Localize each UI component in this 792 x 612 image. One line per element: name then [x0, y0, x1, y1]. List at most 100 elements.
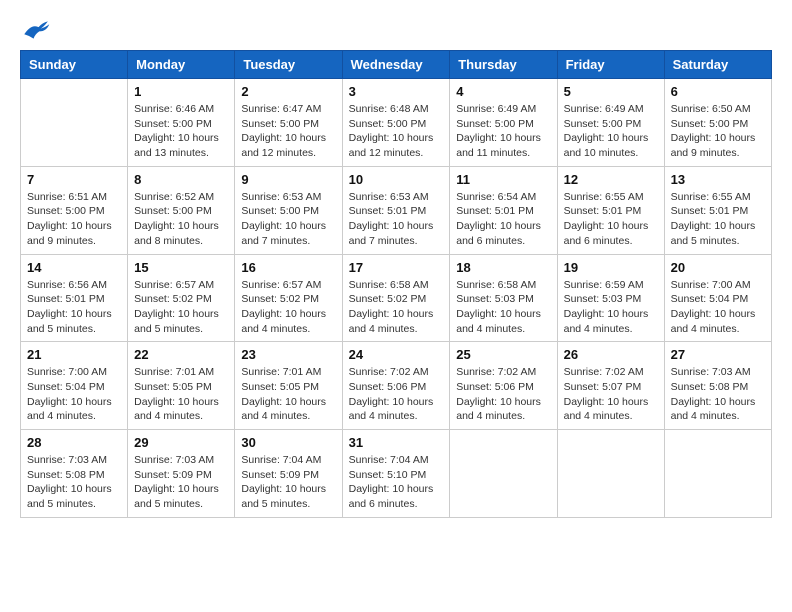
day-info: Sunrise: 7:02 AM Sunset: 5:06 PM Dayligh… [349, 365, 444, 424]
logo [20, 20, 54, 40]
calendar-cell: 20 Sunrise: 7:00 AM Sunset: 5:04 PM Dayli… [664, 254, 771, 342]
day-number: 1 [134, 84, 228, 99]
calendar-cell: 31 Sunrise: 7:04 AM Sunset: 5:10 PM Dayli… [342, 430, 450, 518]
calendar-cell: 21 Sunrise: 7:00 AM Sunset: 5:04 PM Dayli… [21, 342, 128, 430]
day-number: 11 [456, 172, 550, 187]
day-info: Sunrise: 6:54 AM Sunset: 5:01 PM Dayligh… [456, 190, 550, 249]
day-number: 23 [241, 347, 335, 362]
day-number: 25 [456, 347, 550, 362]
day-number: 22 [134, 347, 228, 362]
calendar-header-row: SundayMondayTuesdayWednesdayThursdayFrid… [21, 51, 772, 79]
day-number: 8 [134, 172, 228, 187]
day-info: Sunrise: 6:59 AM Sunset: 5:03 PM Dayligh… [564, 278, 658, 337]
day-info: Sunrise: 6:55 AM Sunset: 5:01 PM Dayligh… [671, 190, 765, 249]
calendar-cell: 12Sunrise: 6:55 AM Sunset: 5:01 PM Dayli… [557, 166, 664, 254]
day-info: Sunrise: 6:52 AM Sunset: 5:00 PM Dayligh… [134, 190, 228, 249]
column-header-wednesday: Wednesday [342, 51, 450, 79]
calendar-cell: 6 Sunrise: 6:50 AM Sunset: 5:00 PM Daylig… [664, 79, 771, 167]
day-number: 12 [564, 172, 658, 187]
day-info: Sunrise: 7:04 AM Sunset: 5:10 PM Dayligh… [349, 453, 444, 512]
day-info: Sunrise: 6:46 AM Sunset: 5:00 PM Dayligh… [134, 102, 228, 161]
day-number: 20 [671, 260, 765, 275]
day-number: 5 [564, 84, 658, 99]
day-number: 6 [671, 84, 765, 99]
day-number: 9 [241, 172, 335, 187]
day-info: Sunrise: 7:03 AM Sunset: 5:08 PM Dayligh… [671, 365, 765, 424]
day-number: 4 [456, 84, 550, 99]
day-info: Sunrise: 7:00 AM Sunset: 5:04 PM Dayligh… [671, 278, 765, 337]
calendar-week-row: 28 Sunrise: 7:03 AM Sunset: 5:08 PM Dayli… [21, 430, 772, 518]
day-number: 3 [349, 84, 444, 99]
day-info: Sunrise: 6:58 AM Sunset: 5:02 PM Dayligh… [349, 278, 444, 337]
day-number: 15 [134, 260, 228, 275]
calendar-cell: 14Sunrise: 6:56 AM Sunset: 5:01 PM Dayli… [21, 254, 128, 342]
day-number: 24 [349, 347, 444, 362]
calendar-cell: 1 Sunrise: 6:46 AM Sunset: 5:00 PM Daylig… [128, 79, 235, 167]
calendar-cell [664, 430, 771, 518]
column-header-saturday: Saturday [664, 51, 771, 79]
calendar-cell: 26 Sunrise: 7:02 AM Sunset: 5:07 PM Dayli… [557, 342, 664, 430]
calendar-cell: 7 Sunrise: 6:51 AM Sunset: 5:00 PM Daylig… [21, 166, 128, 254]
calendar-cell: 13 Sunrise: 6:55 AM Sunset: 5:01 PM Dayli… [664, 166, 771, 254]
day-number: 17 [349, 260, 444, 275]
day-number: 2 [241, 84, 335, 99]
calendar-cell: 25 Sunrise: 7:02 AM Sunset: 5:06 PM Dayli… [450, 342, 557, 430]
day-info: Sunrise: 7:03 AM Sunset: 5:08 PM Dayligh… [27, 453, 121, 512]
day-info: Sunrise: 6:51 AM Sunset: 5:00 PM Dayligh… [27, 190, 121, 249]
day-info: Sunrise: 7:02 AM Sunset: 5:06 PM Dayligh… [456, 365, 550, 424]
day-number: 13 [671, 172, 765, 187]
column-header-thursday: Thursday [450, 51, 557, 79]
calendar-cell: 8 Sunrise: 6:52 AM Sunset: 5:00 PM Daylig… [128, 166, 235, 254]
calendar-cell: 28 Sunrise: 7:03 AM Sunset: 5:08 PM Dayli… [21, 430, 128, 518]
calendar-cell: 19 Sunrise: 6:59 AM Sunset: 5:03 PM Dayli… [557, 254, 664, 342]
column-header-tuesday: Tuesday [235, 51, 342, 79]
calendar-cell: 15 Sunrise: 6:57 AM Sunset: 5:02 PM Dayli… [128, 254, 235, 342]
calendar-cell: 11 Sunrise: 6:54 AM Sunset: 5:01 PM Dayli… [450, 166, 557, 254]
calendar-cell: 24 Sunrise: 7:02 AM Sunset: 5:06 PM Dayli… [342, 342, 450, 430]
day-number: 28 [27, 435, 121, 450]
calendar-cell: 22 Sunrise: 7:01 AM Sunset: 5:05 PM Dayli… [128, 342, 235, 430]
bird-icon [20, 20, 50, 40]
day-info: Sunrise: 7:01 AM Sunset: 5:05 PM Dayligh… [134, 365, 228, 424]
day-info: Sunrise: 6:57 AM Sunset: 5:02 PM Dayligh… [134, 278, 228, 337]
day-info: Sunrise: 6:57 AM Sunset: 5:02 PM Dayligh… [241, 278, 335, 337]
column-header-friday: Friday [557, 51, 664, 79]
day-info: Sunrise: 7:01 AM Sunset: 5:05 PM Dayligh… [241, 365, 335, 424]
day-number: 7 [27, 172, 121, 187]
day-info: Sunrise: 6:58 AM Sunset: 5:03 PM Dayligh… [456, 278, 550, 337]
column-header-sunday: Sunday [21, 51, 128, 79]
day-number: 16 [241, 260, 335, 275]
day-number: 10 [349, 172, 444, 187]
calendar-cell: 9 Sunrise: 6:53 AM Sunset: 5:00 PM Daylig… [235, 166, 342, 254]
day-info: Sunrise: 6:53 AM Sunset: 5:01 PM Dayligh… [349, 190, 444, 249]
day-number: 31 [349, 435, 444, 450]
calendar-cell: 4Sunrise: 6:49 AM Sunset: 5:00 PM Daylig… [450, 79, 557, 167]
calendar-week-row: 1 Sunrise: 6:46 AM Sunset: 5:00 PM Daylig… [21, 79, 772, 167]
day-number: 30 [241, 435, 335, 450]
page-header [20, 20, 772, 40]
calendar-cell: 17 Sunrise: 6:58 AM Sunset: 5:02 PM Dayli… [342, 254, 450, 342]
day-info: Sunrise: 6:53 AM Sunset: 5:00 PM Dayligh… [241, 190, 335, 249]
calendar-cell: 23 Sunrise: 7:01 AM Sunset: 5:05 PM Dayli… [235, 342, 342, 430]
day-info: Sunrise: 6:49 AM Sunset: 5:00 PM Dayligh… [564, 102, 658, 161]
calendar-cell: 18Sunrise: 6:58 AM Sunset: 5:03 PM Dayli… [450, 254, 557, 342]
calendar-cell: 16 Sunrise: 6:57 AM Sunset: 5:02 PM Dayli… [235, 254, 342, 342]
day-info: Sunrise: 6:56 AM Sunset: 5:01 PM Dayligh… [27, 278, 121, 337]
calendar-week-row: 7 Sunrise: 6:51 AM Sunset: 5:00 PM Daylig… [21, 166, 772, 254]
day-info: Sunrise: 6:50 AM Sunset: 5:00 PM Dayligh… [671, 102, 765, 161]
day-info: Sunrise: 7:02 AM Sunset: 5:07 PM Dayligh… [564, 365, 658, 424]
day-number: 26 [564, 347, 658, 362]
calendar-table: SundayMondayTuesdayWednesdayThursdayFrid… [20, 50, 772, 518]
day-info: Sunrise: 6:47 AM Sunset: 5:00 PM Dayligh… [241, 102, 335, 161]
calendar-cell [557, 430, 664, 518]
day-number: 21 [27, 347, 121, 362]
day-number: 19 [564, 260, 658, 275]
day-info: Sunrise: 7:00 AM Sunset: 5:04 PM Dayligh… [27, 365, 121, 424]
calendar-cell: 30Sunrise: 7:04 AM Sunset: 5:09 PM Dayli… [235, 430, 342, 518]
calendar-cell [450, 430, 557, 518]
calendar-cell: 29Sunrise: 7:03 AM Sunset: 5:09 PM Dayli… [128, 430, 235, 518]
calendar-week-row: 21 Sunrise: 7:00 AM Sunset: 5:04 PM Dayli… [21, 342, 772, 430]
day-info: Sunrise: 6:48 AM Sunset: 5:00 PM Dayligh… [349, 102, 444, 161]
calendar-cell: 10 Sunrise: 6:53 AM Sunset: 5:01 PM Dayli… [342, 166, 450, 254]
calendar-cell: 5 Sunrise: 6:49 AM Sunset: 5:00 PM Daylig… [557, 79, 664, 167]
